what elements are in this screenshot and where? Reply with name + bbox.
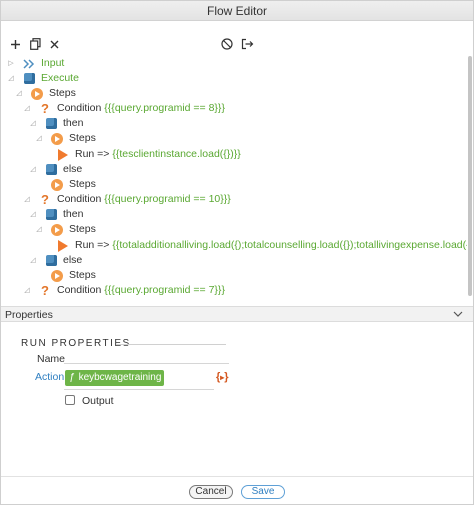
run-expression: {{tesclientinstance.load({})}}: [112, 148, 241, 160]
collapse-toggle-icon[interactable]: ◿: [23, 192, 31, 207]
tree-node-label: Steps: [69, 178, 96, 190]
condition-expression: {{{query.programid == 7}}}: [104, 284, 225, 296]
collapse-toggle-icon[interactable]: ◿: [23, 283, 31, 298]
run-arrow-icon: [57, 148, 69, 161]
tree-node-then[interactable]: ◿ then: [29, 116, 83, 131]
action-chip[interactable]: ƒ keybcwagetraining ×: [65, 370, 172, 386]
cube-icon: [45, 118, 57, 130]
cube-icon: [23, 73, 35, 85]
tree-node-then[interactable]: ◿ then: [29, 207, 83, 222]
flow-editor-window: Flow Editor ▷ Input ◿ Execute ◿ Steps ◿ …: [0, 0, 474, 505]
name-label: Name: [37, 353, 66, 365]
run-expression: {{totaladditionalliving.load({);totalcou…: [112, 239, 467, 251]
action-chip-label: keybcwagetraining: [78, 372, 162, 383]
collapse-toggle-icon[interactable]: ◿: [35, 222, 43, 237]
collapse-toggle-icon[interactable]: ◿: [7, 71, 15, 86]
window-title: Flow Editor: [1, 1, 473, 21]
name-field[interactable]: [64, 363, 229, 364]
collapse-toggle-icon[interactable]: ◿: [29, 162, 37, 177]
condition-word: Condition: [57, 284, 102, 296]
run-word: Run =>: [75, 239, 110, 251]
tree-node-steps[interactable]: ◿ Steps: [35, 131, 96, 146]
tree-node-steps[interactable]: Steps: [51, 268, 96, 283]
tree-node-condition[interactable]: ◿ ? Condition {{{query.programid == 8}}}: [23, 101, 225, 116]
tree-node-steps[interactable]: ◿ Steps: [15, 86, 76, 101]
tree-node-steps[interactable]: ◿ Steps: [35, 222, 96, 237]
play-circle-icon: [51, 269, 63, 282]
tree-node-condition[interactable]: ◿ ? Condition {{{query.programid == 7}}}: [23, 283, 225, 298]
export-icon[interactable]: [239, 36, 255, 52]
cube-icon: [45, 164, 57, 176]
tree-node-label: Steps: [69, 269, 96, 281]
output-checkbox[interactable]: [65, 395, 75, 405]
tree-node-label: then: [63, 208, 84, 220]
tree-node-label: then: [63, 117, 84, 129]
collapse-toggle-icon[interactable]: ◿: [15, 86, 23, 101]
action-label: Action: [35, 371, 65, 383]
tree-node-execute[interactable]: ◿ Execute: [7, 71, 79, 86]
condition-expression: {{{query.programid == 8}}}: [104, 102, 225, 114]
tree-node-steps[interactable]: Steps: [51, 177, 96, 192]
condition-expression: {{{query.programid == 10}}}: [104, 193, 231, 205]
properties-title: Properties: [5, 309, 53, 321]
tree-node-else[interactable]: ◿ else: [29, 253, 82, 268]
tree-node-condition[interactable]: ◿ ? Condition {{{query.programid == 10}}…: [23, 192, 231, 207]
binding-icon[interactable]: {▸}: [216, 371, 229, 383]
copy-icon[interactable]: [27, 36, 43, 52]
condition-word: Condition: [57, 102, 102, 114]
dialog-footer: [1, 476, 473, 505]
tree-node-run[interactable]: Run => {{totaladditionalliving.load({);t…: [57, 238, 467, 253]
collapse-toggle-icon[interactable]: ◿: [35, 131, 43, 146]
collapse-toggle-icon[interactable]: ◿: [29, 253, 37, 268]
question-icon: ?: [41, 192, 49, 207]
expand-toggle-icon[interactable]: ▷: [7, 56, 15, 71]
collapse-toggle-icon[interactable]: ◿: [29, 207, 37, 222]
function-icon: ƒ: [69, 372, 75, 383]
run-arrow-icon: [57, 239, 69, 252]
tree-node-label: else: [63, 163, 83, 175]
play-circle-icon: [31, 87, 43, 100]
chevron-down-icon[interactable]: [453, 307, 463, 323]
collapse-toggle-icon[interactable]: ◿: [23, 101, 31, 116]
condition-word: Condition: [57, 193, 102, 205]
run-word: Run =>: [75, 148, 110, 160]
play-circle-icon: [51, 132, 63, 145]
tree-node-label: else: [63, 254, 83, 266]
tree-node-label: Steps: [69, 132, 96, 144]
action-field[interactable]: [64, 389, 214, 390]
save-button[interactable]: Save: [241, 485, 285, 499]
tree-node-input[interactable]: ▷ Input: [7, 56, 64, 71]
plus-icon[interactable]: [7, 36, 23, 52]
flow-tree: ▷ Input ◿ Execute ◿ Steps ◿ ? Condition …: [1, 56, 467, 301]
question-icon: ?: [41, 101, 49, 116]
tree-scrollbar[interactable]: [467, 56, 473, 301]
question-icon: ?: [41, 283, 49, 298]
section-divider: [116, 344, 226, 345]
tree-node-else[interactable]: ◿ else: [29, 162, 82, 177]
tree-node-run[interactable]: Run => {{tesclientinstance.load({})}}: [57, 147, 241, 162]
tree-node-label: Input: [41, 57, 65, 69]
cube-icon: [45, 255, 57, 267]
properties-panel-header[interactable]: Properties: [1, 306, 473, 322]
output-label: Output: [82, 395, 114, 407]
tree-node-label: Steps: [69, 223, 96, 235]
chevrons-right-icon: [23, 58, 35, 70]
toolbar: [1, 34, 473, 56]
tree-node-label: Steps: [49, 87, 76, 99]
play-circle-icon: [51, 223, 63, 236]
cancel-button[interactable]: Cancel: [189, 485, 233, 499]
section-title: RUN PROPERTIES: [21, 338, 131, 349]
scrollbar-thumb[interactable]: [468, 56, 472, 296]
play-circle-icon: [51, 178, 63, 191]
no-entry-icon[interactable]: [219, 36, 235, 52]
collapse-toggle-icon[interactable]: ◿: [29, 116, 37, 131]
tree-node-label: Execute: [41, 72, 79, 84]
remove-chip-icon[interactable]: ×: [166, 370, 172, 386]
close-icon[interactable]: [46, 36, 62, 52]
cube-icon: [45, 209, 57, 221]
